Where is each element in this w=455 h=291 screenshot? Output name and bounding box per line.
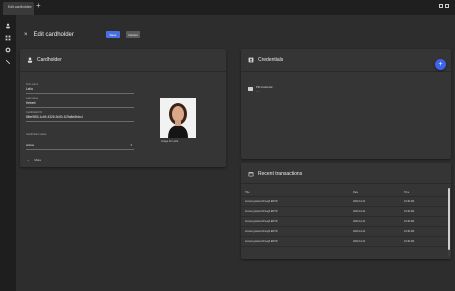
- close-icon[interactable]: ×: [24, 32, 28, 38]
- save-button[interactable]: Save: [105, 31, 120, 38]
- more-label: More: [34, 158, 42, 162]
- last-name-field[interactable]: Last name Hebert: [26, 97, 134, 108]
- cardholder-card: Cardholder First name Leila Last name He…: [20, 49, 226, 167]
- row-time: 10:40 AM: [404, 240, 415, 243]
- grid-icon[interactable]: [5, 35, 11, 41]
- transactions-header: Recent transactions: [248, 171, 302, 177]
- row-desc: Access granted through ENTR: [245, 220, 278, 223]
- row-date: 2023-12-21: [353, 200, 366, 203]
- status-label: Cardholder status: [26, 133, 47, 136]
- add-tab-icon[interactable]: +: [36, 2, 41, 10]
- tab-edit-cardholder[interactable]: Edit cardholder ×: [3, 2, 34, 15]
- row-desc: Access granted through ENTR: [245, 240, 278, 243]
- field-label: Cardholder ID: [26, 111, 43, 114]
- field-value: Leila: [26, 87, 33, 91]
- row-date: 2023-12-21: [353, 230, 366, 233]
- photo-caption: Image for Leila: [161, 140, 179, 143]
- window-controls: [439, 4, 449, 8]
- transactions-card: Recent transactions Title Date Time Acce…: [241, 163, 451, 259]
- person-icon[interactable]: [5, 23, 11, 29]
- row-time: 10:40 AM: [404, 210, 415, 213]
- row-date: 2023-12-21: [353, 210, 366, 213]
- divider: [20, 71, 226, 72]
- page-title: Edit cardholder: [33, 31, 74, 38]
- row-time: 10:40 AM: [404, 220, 415, 223]
- calendar-icon: [248, 172, 254, 177]
- row-desc: Access granted through ENTR: [245, 230, 278, 233]
- row-time: 10:40 AM: [404, 230, 415, 233]
- field-underline: [26, 107, 134, 108]
- field-underline: [26, 121, 134, 122]
- table-row[interactable]: Access granted through ENTR 2023-12-21 1…: [241, 227, 447, 237]
- card-icon: [248, 87, 253, 91]
- tab-label: Edit cardholder: [8, 5, 31, 9]
- table-header-row: Title Date Time: [241, 188, 447, 197]
- column-header-date[interactable]: Date: [353, 191, 358, 194]
- credential-item[interactable]: PIN credential ----: [248, 86, 272, 93]
- left-rail: [0, 15, 16, 291]
- status-select[interactable]: Active ▾: [26, 142, 134, 150]
- field-value: Hebert: [26, 101, 36, 105]
- add-credential-button[interactable]: +: [435, 59, 446, 70]
- cardholder-id-field[interactable]: Cardholder ID 8fbe9f53-1cb9-4326-9c50-1f…: [26, 111, 134, 122]
- transactions-title: Recent transactions: [258, 171, 303, 177]
- column-header-time[interactable]: Time: [404, 191, 409, 194]
- main-area: × Edit cardholder Save Cancel Cardholder…: [16, 15, 455, 291]
- person-icon: [27, 57, 33, 63]
- scrollbar[interactable]: [448, 188, 450, 256]
- table-row[interactable]: Access granted through ENTR 2023-12-21 1…: [241, 217, 447, 227]
- divider: [241, 183, 451, 184]
- badge-icon: [248, 57, 254, 63]
- row-desc: Access granted through ENTR: [245, 210, 278, 213]
- credentials-header: Credentials: [248, 57, 283, 63]
- cancel-button[interactable]: Cancel: [125, 31, 140, 38]
- cardholder-photo[interactable]: [160, 98, 196, 138]
- field-underline: [26, 93, 134, 94]
- portrait-image: [160, 98, 196, 138]
- column-header-title[interactable]: Title: [245, 191, 249, 194]
- scrollbar-thumb[interactable]: [448, 188, 450, 250]
- restore-icon[interactable]: [439, 4, 443, 8]
- page-header: × Edit cardholder Save Cancel: [24, 31, 140, 38]
- credential-label: PIN credential: [256, 86, 273, 89]
- credentials-card: Credentials + PIN credential ----: [241, 49, 451, 159]
- row-date: 2023-12-21: [353, 240, 366, 243]
- more-toggle[interactable]: ⌄ More: [27, 158, 41, 162]
- maximize-icon[interactable]: [445, 4, 449, 8]
- table-row[interactable]: Access granted through ENTR 2023-12-21 1…: [241, 197, 447, 207]
- chevron-down-icon: ⌄: [27, 158, 30, 162]
- status-value: Active: [26, 143, 35, 147]
- tab-bar: Edit cardholder × +: [0, 0, 455, 15]
- chevron-down-icon: ▾: [130, 143, 132, 147]
- row-date: 2023-12-21: [353, 220, 366, 223]
- gear-icon[interactable]: [5, 47, 11, 53]
- table-row[interactable]: Access granted through ENTR 2023-12-21 1…: [241, 237, 447, 247]
- row-time: 10:40 AM: [404, 200, 415, 203]
- transactions-table: Title Date Time Access granted through E…: [241, 188, 447, 247]
- field-value: 8fbe9f53-1cb9-4326-9c50-1f2fa8e8b4c4: [26, 115, 83, 119]
- divider: [241, 71, 451, 72]
- wrench-icon[interactable]: [5, 59, 11, 65]
- table-row[interactable]: Access granted through ENTR 2023-12-21 1…: [241, 207, 447, 217]
- cardholder-header: Cardholder: [27, 57, 62, 63]
- field-label: Last name: [26, 97, 39, 100]
- first-name-field[interactable]: First name Leila: [26, 83, 134, 94]
- row-desc: Access granted through ENTR: [245, 200, 278, 203]
- tab-close-icon[interactable]: ×: [30, 4, 32, 9]
- credential-sub: ----: [256, 90, 260, 93]
- cardholder-title: Cardholder: [37, 57, 62, 63]
- credentials-title: Credentials: [258, 57, 284, 63]
- field-label: First name: [26, 83, 39, 86]
